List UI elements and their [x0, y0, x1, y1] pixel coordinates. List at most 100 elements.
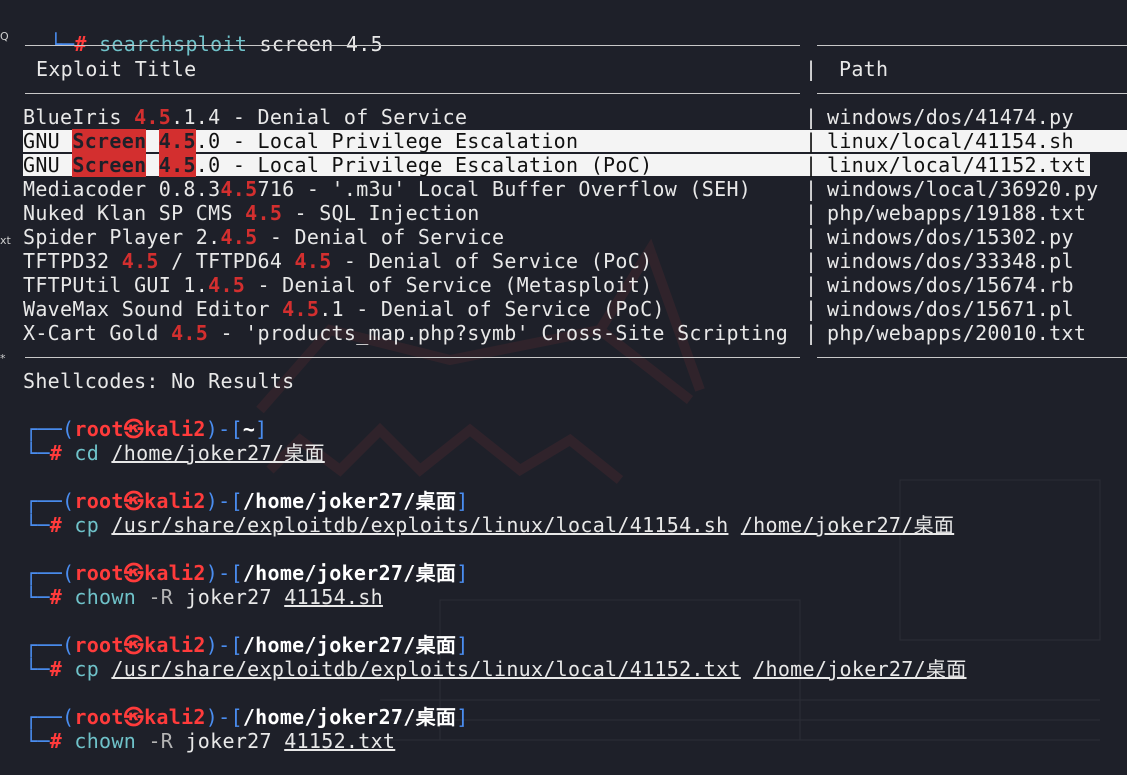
match-highlight: 4.5: [220, 225, 258, 249]
edge-fragment-low: *: [0, 352, 6, 365]
prompt-corner: ┌──(: [25, 489, 75, 513]
prompt-bracket: )-[: [205, 705, 243, 729]
prompt-user: root: [74, 633, 124, 657]
prompt-cwd: ~: [242, 417, 256, 441]
column-divider: |: [805, 153, 818, 177]
prompt-bracket-close: ]: [456, 561, 469, 585]
match-highlight: 4.5: [282, 297, 320, 321]
edge-fragment-top: Q: [0, 30, 9, 43]
column-divider: |: [805, 201, 818, 225]
header-top-rule-left: [25, 45, 800, 46]
prompt-header: ┌──(root㉿kali2)-[/home/joker27/桌面]: [25, 561, 469, 585]
exploit-title[interactable]: WaveMax Sound Editor 4.5.1 - Denial of S…: [23, 297, 665, 321]
exploit-title[interactable]: TFTPD32 4.5 / TFTPD64 4.5 - Denial of Se…: [23, 249, 652, 273]
title-text: GNU: [23, 129, 73, 153]
prompt-corner-bottom: └─: [25, 441, 50, 465]
exploit-path[interactable]: php/webapps/19188.txt: [827, 201, 1086, 225]
path-header: Path: [839, 57, 889, 81]
prompt-header: ┌──(root㉿kali2)-[/home/joker27/桌面]: [25, 633, 469, 657]
title-text: Spider Player 2.: [23, 225, 221, 249]
prompt-user: root: [74, 561, 124, 585]
path-argument[interactable]: /home/joker27/桌面: [753, 657, 966, 681]
match-highlight: 4.5: [208, 273, 246, 297]
exploit-path[interactable]: windows/local/36920.py: [827, 177, 1099, 201]
prompt-bracket-close: ]: [456, 489, 469, 513]
exploit-path[interactable]: windows/dos/15674.rb: [827, 273, 1074, 297]
prompt-cwd: /home/joker27/桌面: [242, 705, 457, 729]
prompt-command-line: └─# cp /usr/share/exploitdb/exploits/lin…: [25, 513, 954, 537]
command-name: cp: [74, 513, 100, 537]
prompt-bracket: )-[: [205, 561, 243, 585]
title-text: 716 - '.m3u' Local Buffer Overflow (SEH): [257, 177, 752, 201]
exploit-title[interactable]: GNU Screen 4.5.0 - Local Privilege Escal…: [23, 129, 578, 153]
column-divider: |: [805, 249, 818, 273]
exploit-title[interactable]: GNU Screen 4.5.0 - Local Privilege Escal…: [23, 153, 652, 177]
path-argument[interactable]: 41154.sh: [284, 585, 383, 609]
match-highlight: 4.5: [158, 153, 196, 177]
command-args: screen 4.5: [259, 32, 383, 56]
match-highlight: 4.5: [171, 321, 209, 345]
column-divider: |: [805, 321, 818, 345]
exploit-path[interactable]: windows/dos/33348.pl: [827, 249, 1074, 273]
path-argument[interactable]: /usr/share/exploitdb/exploits/linux/loca…: [111, 657, 740, 681]
title-text: TFTPUtil GUI 1.: [23, 273, 209, 297]
command-argument: -R: [148, 729, 174, 753]
match-highlight: 4.5: [134, 105, 172, 129]
title-text: Nuked Klan SP CMS: [23, 201, 246, 225]
exploit-title[interactable]: X-Cart Gold 4.5 - 'products_map.php?symb…: [23, 321, 788, 345]
prompt-cwd: /home/joker27/桌面: [242, 633, 457, 657]
header-divider: |: [805, 57, 818, 81]
title-text: GNU: [23, 153, 73, 177]
header-bottom-rule-left: [25, 93, 800, 94]
path-argument[interactable]: /home/joker27/桌面: [741, 513, 954, 537]
prompt-host: kali2: [144, 705, 206, 729]
prompt-hash: #: [49, 441, 63, 465]
highlight-bar-tail: [1090, 130, 1127, 152]
match-highlight: 4.5: [245, 201, 283, 225]
prompt-host: kali2: [144, 633, 206, 657]
header-top-rule-right: [817, 45, 1127, 46]
exploit-path[interactable]: linux/local/41154.sh: [827, 129, 1074, 153]
command-argument: -R: [148, 585, 174, 609]
command-name: cp: [74, 657, 100, 681]
command-argument: joker27: [185, 729, 272, 753]
match-highlight: Screen: [72, 129, 147, 153]
exploit-path[interactable]: linux/local/41152.txt: [827, 153, 1086, 177]
table-bottom-rule-left: [25, 357, 800, 358]
exploit-title[interactable]: Spider Player 2.4.5 - Denial of Service: [23, 225, 504, 249]
exploit-title[interactable]: Mediacoder 0.8.34.5716 - '.m3u' Local Bu…: [23, 177, 751, 201]
prompt-cwd: /home/joker27/桌面: [242, 561, 457, 585]
exploit-title[interactable]: Nuked Klan SP CMS 4.5 - SQL Injection: [23, 201, 480, 225]
match-highlight: 4.5: [294, 249, 332, 273]
prompt-header: ┌──(root㉿kali2)-[/home/joker27/桌面]: [25, 489, 469, 513]
prompt-at-symbol: ㉿: [123, 489, 145, 513]
prompt-bracket-close: ]: [456, 705, 469, 729]
prompt-user: root: [74, 417, 124, 441]
exploit-path[interactable]: windows/dos/41474.py: [827, 105, 1074, 129]
command-name: chown: [74, 729, 137, 753]
path-argument[interactable]: /usr/share/exploitdb/exploits/linux/loca…: [111, 513, 728, 537]
prompt-at-symbol: ㉿: [123, 561, 145, 585]
path-argument[interactable]: 41152.txt: [284, 729, 395, 753]
prompt-command-line: └─# chown -R joker27 41154.sh: [25, 585, 383, 609]
prompt-command-line: └─# cp /usr/share/exploitdb/exploits/lin…: [25, 657, 967, 681]
prompt-at-symbol: ㉿: [123, 705, 145, 729]
exploit-path[interactable]: windows/dos/15671.pl: [827, 297, 1074, 321]
prompt-corner: ┌──(: [25, 417, 75, 441]
exploit-title[interactable]: TFTPUtil GUI 1.4.5 - Denial of Service (…: [23, 273, 652, 297]
title-text: BlueIris: [23, 105, 135, 129]
match-highlight: Screen: [72, 153, 147, 177]
prompt-hash: #: [49, 729, 63, 753]
column-divider: |: [805, 129, 818, 153]
exploit-title[interactable]: BlueIris 4.5.1.4 - Denial of Service: [23, 105, 467, 129]
exploit-path[interactable]: windows/dos/15302.py: [827, 225, 1074, 249]
path-argument[interactable]: /home/joker27/桌面: [111, 441, 324, 465]
prompt-corner: ┌──(: [25, 705, 75, 729]
prompt-at-symbol: ㉿: [123, 633, 145, 657]
prompt-hash: #: [74, 32, 87, 56]
title-text: - Denial of Service: [257, 225, 505, 249]
edge-fragment-mid: xt: [0, 234, 11, 247]
shellcodes-result: Shellcodes: No Results: [23, 369, 295, 393]
title-text: - Denial of Service (Metasploit): [245, 273, 653, 297]
exploit-path[interactable]: php/webapps/20010.txt: [827, 321, 1086, 345]
